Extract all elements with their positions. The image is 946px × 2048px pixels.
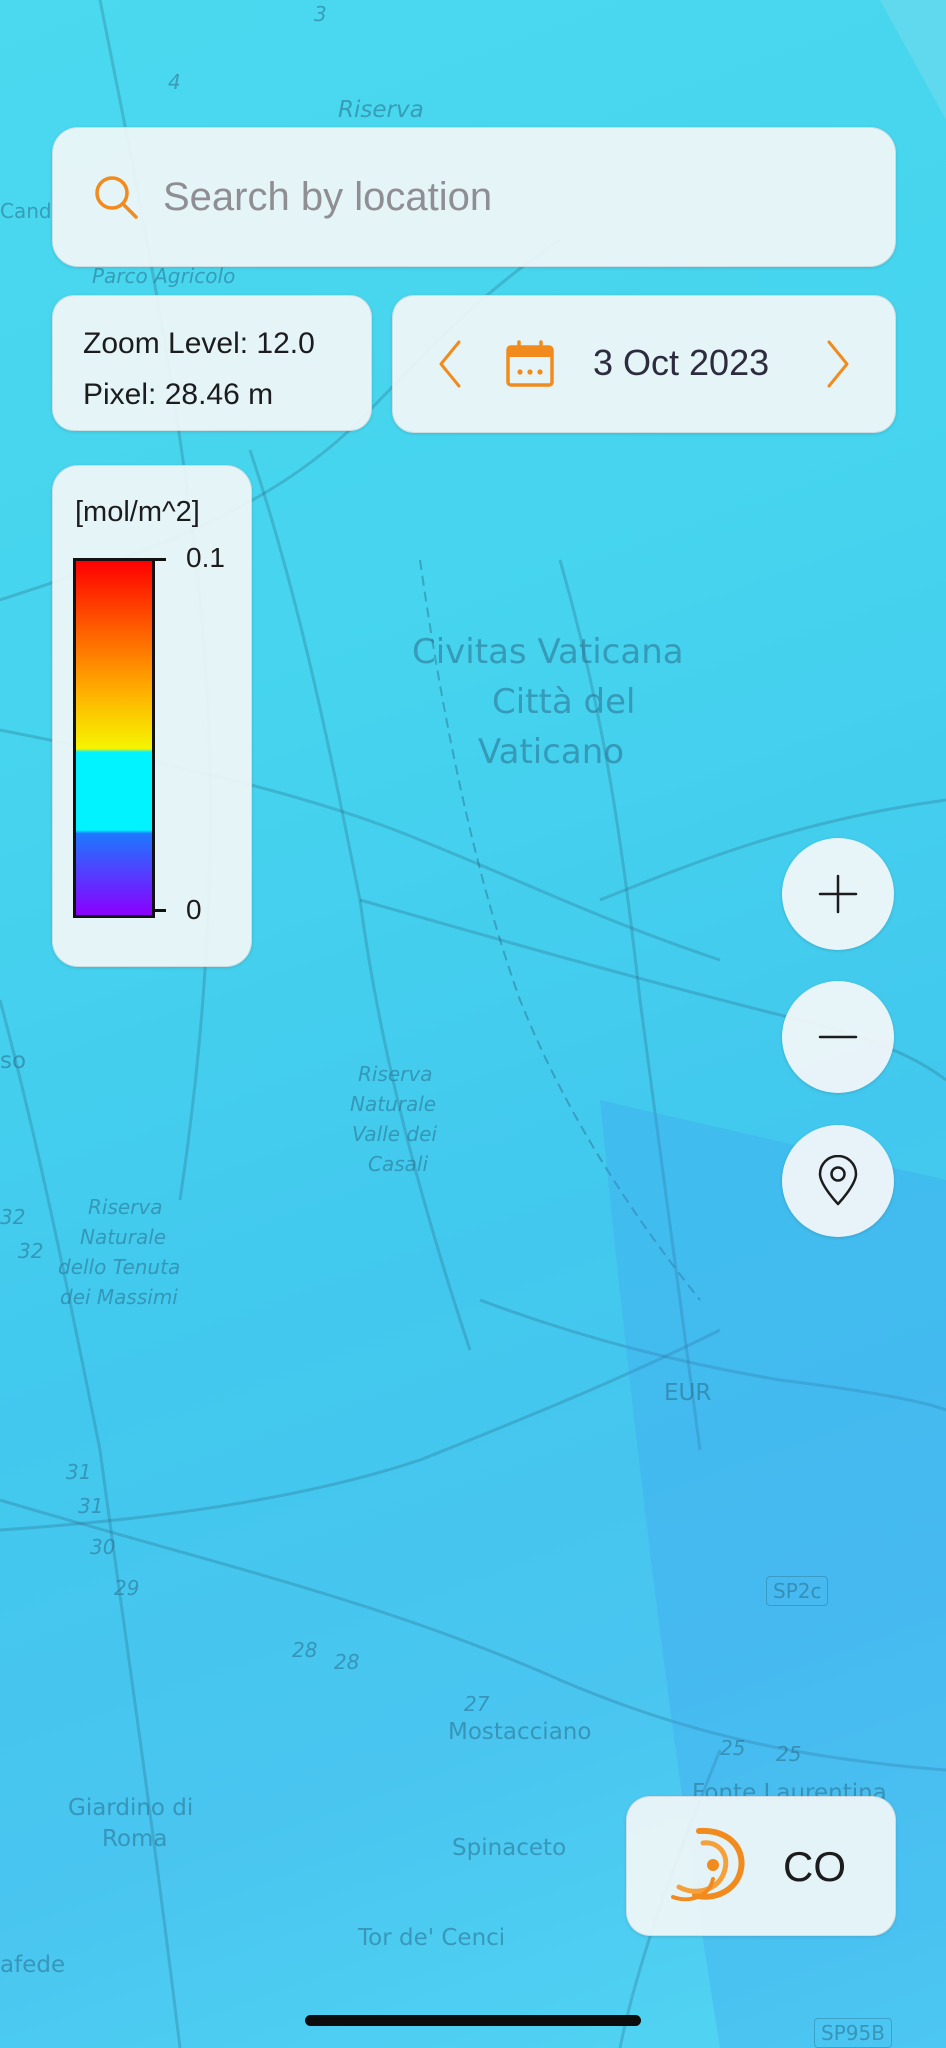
legend-tick-min <box>152 909 166 912</box>
pixel-size-text: Pixel: 28.46 m <box>83 378 274 411</box>
map-label: Vaticano <box>478 732 625 772</box>
map-label: EUR <box>664 1380 712 1406</box>
zoom-info-panel: Zoom Level: 12.0 Pixel: 28.46 m <box>52 295 372 431</box>
map-label: so <box>0 1048 27 1074</box>
map-label: Riserva <box>88 1195 163 1219</box>
plus-icon <box>818 874 858 914</box>
road-number: 28 <box>334 1650 360 1674</box>
map-label: Casali <box>368 1152 429 1176</box>
road-number: 30 <box>90 1535 116 1559</box>
map-label: Valle dei <box>352 1122 437 1146</box>
road-number: 27 <box>464 1692 490 1716</box>
road-number: 28 <box>292 1638 318 1662</box>
road-number: 25 <box>776 1742 802 1766</box>
home-indicator[interactable] <box>305 2015 641 2026</box>
cyclone-icon <box>671 1827 745 1902</box>
road-number: 3 <box>314 2 327 26</box>
map-label: Roma <box>102 1826 168 1852</box>
map-label: Tor de' Cenci <box>358 1925 506 1951</box>
legend-unit: [mol/m^2] <box>75 496 200 528</box>
map-label: dei Massimi <box>60 1285 178 1309</box>
road-number: 31 <box>66 1460 92 1484</box>
legend-min-label: 0 <box>186 894 202 925</box>
road-number: 4 <box>168 70 181 94</box>
calendar-icon[interactable] <box>505 340 555 388</box>
date-selector: 3 Oct 2023 <box>392 295 896 433</box>
zoom-in-button[interactable] <box>782 838 894 950</box>
map-label: Riserva <box>338 97 424 123</box>
product-selector-button[interactable]: CO <box>626 1796 896 1936</box>
road-number: 31 <box>78 1494 104 1518</box>
chevron-left-icon[interactable] <box>435 338 465 390</box>
map-label: Città del <box>492 682 636 722</box>
minus-icon <box>818 1035 858 1039</box>
road-number: 32 <box>18 1239 44 1263</box>
map-label: Mostacciano <box>448 1719 592 1745</box>
map-label: Naturale <box>350 1092 437 1116</box>
search-bar[interactable] <box>52 127 896 267</box>
map-label: Spinaceto <box>452 1835 567 1861</box>
road-number: 25 <box>720 1736 746 1760</box>
search-input[interactable] <box>161 173 865 221</box>
product-label: CO <box>783 1843 846 1890</box>
legend-tick-max <box>152 558 166 561</box>
zoom-out-button[interactable] <box>782 981 894 1093</box>
date-label[interactable]: 3 Oct 2023 <box>593 342 769 384</box>
map-label: dello Tenuta <box>58 1255 181 1279</box>
legend-max-label: 0.1 <box>186 542 225 573</box>
zoom-level-text: Zoom Level: 12.0 <box>83 327 315 360</box>
legend-color-bar <box>73 558 155 918</box>
chevron-right-icon[interactable] <box>823 338 853 390</box>
map-label: Cand <box>0 199 52 223</box>
location-pin-icon <box>818 1155 858 1206</box>
map-label: SP2c <box>766 1576 829 1606</box>
road-number: 29 <box>114 1576 140 1600</box>
map-label: Naturale <box>80 1225 167 1249</box>
road-number: 32 <box>0 1205 26 1229</box>
map-label: Giardino di <box>68 1795 194 1821</box>
map-label: Riserva <box>358 1062 433 1086</box>
map-label: Civitas Vaticana <box>412 632 684 672</box>
color-legend: [mol/m^2] 0.1 0 <box>52 465 252 967</box>
my-location-button[interactable] <box>782 1125 894 1237</box>
search-icon <box>95 176 138 219</box>
map-label: afede <box>0 1952 66 1978</box>
map-label: SP95B <box>814 2018 892 2048</box>
